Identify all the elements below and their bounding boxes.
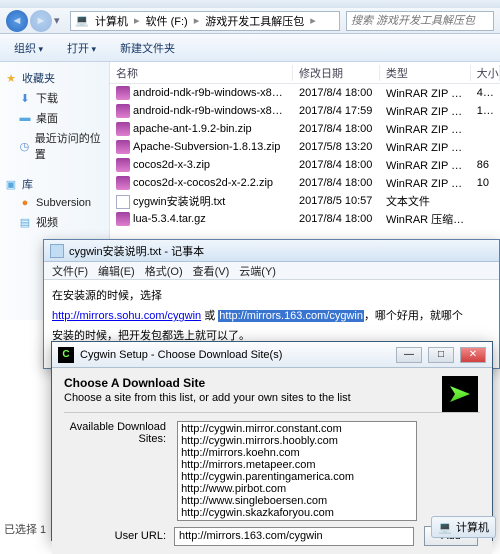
sidebar-favorites[interactable]: ★收藏夹 (2, 68, 107, 88)
site-option[interactable]: http://www.pirbot.com (179, 483, 415, 495)
desktop-icon: ▬ (18, 111, 32, 125)
file-icon (116, 195, 130, 209)
notepad-menubar: 文件(F) 编辑(E) 格式(O) 查看(V) 云端(Y) (44, 262, 499, 280)
computer-icon: 💻 (438, 520, 452, 534)
notepad-title: cygwin安装说明.txt - 记事本 (69, 243, 204, 259)
col-size[interactable]: 大小 (471, 65, 500, 81)
file-icon (116, 104, 130, 118)
explorer-toolbar: 组织 打开 新建文件夹 (0, 34, 500, 62)
breadcrumb[interactable]: 💻 计算机▸ 软件 (F:)▸ 游戏开发工具解压包▸ (70, 11, 340, 31)
col-date[interactable]: 修改日期 (293, 65, 380, 81)
download-sites-list[interactable]: http://cygwin.mirror.constant.comhttp://… (177, 421, 417, 521)
explorer-titlebar (0, 0, 500, 8)
star-icon: ★ (4, 71, 18, 85)
file-row[interactable]: cygwin安装说明.txt2017/8/5 10:57文本文件 (110, 192, 500, 210)
nav-back-button[interactable]: ◄ (6, 10, 28, 32)
cygwin-header: Choose A Download Site (64, 376, 480, 390)
site-option[interactable]: http://cygwin.skazkaforyou.com (179, 507, 415, 519)
file-icon (116, 176, 130, 190)
sites-label: Available Download Sites: (64, 421, 174, 445)
site-option[interactable]: http://cygwin.mirror.constant.com (179, 423, 415, 435)
address-bar: ◄ ► ▾ 💻 计算机▸ 软件 (F:)▸ 游戏开发工具解压包▸ (0, 8, 500, 34)
nav-history-dropdown[interactable]: ▾ (54, 14, 64, 27)
sidebar-downloads[interactable]: ⬇下载 (2, 88, 107, 108)
file-row[interactable]: apache-ant-1.9.2-bin.zip2017/8/4 18:00Wi… (110, 120, 500, 138)
clock-icon: ◷ (18, 139, 31, 153)
search-input[interactable] (346, 11, 494, 31)
text-line: http://mirrors.sohu.com/cygwin 或 http://… (52, 306, 491, 326)
file-row[interactable]: android-ndk-r9b-windows-x86_64-le...2017… (110, 102, 500, 120)
site-option[interactable]: http://mirrors.metapeer.com (179, 459, 415, 471)
menu-format[interactable]: 格式(O) (141, 263, 187, 279)
maximize-button[interactable]: □ (428, 347, 454, 363)
file-row[interactable]: android-ndk-r9b-windows-x86_64.zip2017/8… (110, 84, 500, 102)
site-option[interactable]: http://cygwin.mirrors.hoobly.com (179, 435, 415, 447)
library-icon: ▣ (4, 177, 18, 191)
download-icon: ⬇ (18, 91, 32, 105)
crumb[interactable]: 软件 (F:) (142, 13, 192, 29)
file-list-header: 名称 修改日期 类型 大小 (110, 62, 500, 84)
sidebar-library[interactable]: ▣库 (2, 174, 107, 194)
minimize-button[interactable]: — (396, 347, 422, 363)
taskbar: 💻计算机 (427, 513, 500, 541)
crumb[interactable]: 游戏开发工具解压包 (201, 13, 308, 29)
file-row[interactable]: cocos2d-x-cocos2d-x-2.2.zip2017/8/4 18:0… (110, 174, 500, 192)
site-option[interactable]: http://mirrors.koehn.com (179, 447, 415, 459)
file-row[interactable]: lua-5.3.4.tar.gz2017/8/4 18:00WinRAR 压缩文… (110, 210, 500, 228)
user-url-label: User URL: (64, 530, 174, 542)
sidebar-subversion[interactable]: ●Subversion (2, 194, 107, 212)
crumb[interactable]: 计算机 (91, 13, 132, 29)
cygwin-setup-window: C Cygwin Setup - Choose Download Site(s)… (51, 341, 493, 541)
cygwin-title: Cygwin Setup - Choose Download Site(s) (80, 349, 282, 361)
file-icon (116, 140, 130, 154)
notepad-titlebar[interactable]: cygwin安装说明.txt - 记事本 (44, 240, 499, 262)
menu-view[interactable]: 查看(V) (189, 263, 234, 279)
close-button[interactable]: ✕ (460, 347, 486, 363)
video-icon: ▤ (18, 215, 32, 229)
status-bar: 已选择 1 (4, 521, 46, 537)
menu-file[interactable]: 文件(F) (48, 263, 92, 279)
cygwin-icon: C (58, 347, 74, 363)
computer-icon: 💻 (75, 14, 89, 28)
file-row[interactable]: Apache-Subversion-1.8.13.zip2017/5/8 13:… (110, 138, 500, 156)
site-option[interactable]: http://cygwin.parentingamerica.com (179, 471, 415, 483)
file-icon (116, 122, 130, 136)
sidebar-videos[interactable]: ▤视频 (2, 212, 107, 232)
link: http://mirrors.sohu.com/cygwin (52, 310, 201, 322)
nav-forward-button[interactable]: ► (30, 10, 52, 32)
svn-icon: ● (18, 196, 32, 210)
new-folder-button[interactable]: 新建文件夹 (114, 38, 181, 58)
site-option[interactable]: http://www.singleboersen.com (179, 495, 415, 507)
user-url-input[interactable] (174, 527, 414, 546)
selected-text: http://mirrors.163.com/cygwin (218, 310, 364, 322)
cygwin-titlebar[interactable]: C Cygwin Setup - Choose Download Site(s)… (52, 342, 492, 368)
site-option[interactable]: http://mirrors.xmission.com (179, 519, 415, 521)
file-icon (116, 86, 130, 100)
col-name[interactable]: 名称 (110, 65, 293, 81)
sidebar-desktop[interactable]: ▬桌面 (2, 108, 107, 128)
file-icon (116, 158, 130, 172)
cygwin-subheader: Choose a site from this list, or add you… (64, 392, 480, 404)
sidebar-recent[interactable]: ◷最近访问的位置 (2, 128, 107, 164)
text-line: 在安装源的时候，选择 (52, 286, 491, 306)
divider (64, 412, 480, 413)
file-row[interactable]: cocos2d-x-3.zip2017/8/4 18:00WinRAR ZIP … (110, 156, 500, 174)
organize-button[interactable]: 组织 (8, 38, 49, 58)
open-button[interactable]: 打开 (61, 38, 102, 58)
cygwin-logo (442, 376, 478, 412)
file-icon (116, 212, 130, 226)
menu-edit[interactable]: 编辑(E) (94, 263, 139, 279)
notepad-icon (50, 244, 64, 258)
col-type[interactable]: 类型 (380, 65, 471, 81)
taskbar-item[interactable]: 💻计算机 (431, 516, 496, 538)
menu-plugins[interactable]: 云端(Y) (235, 263, 280, 279)
